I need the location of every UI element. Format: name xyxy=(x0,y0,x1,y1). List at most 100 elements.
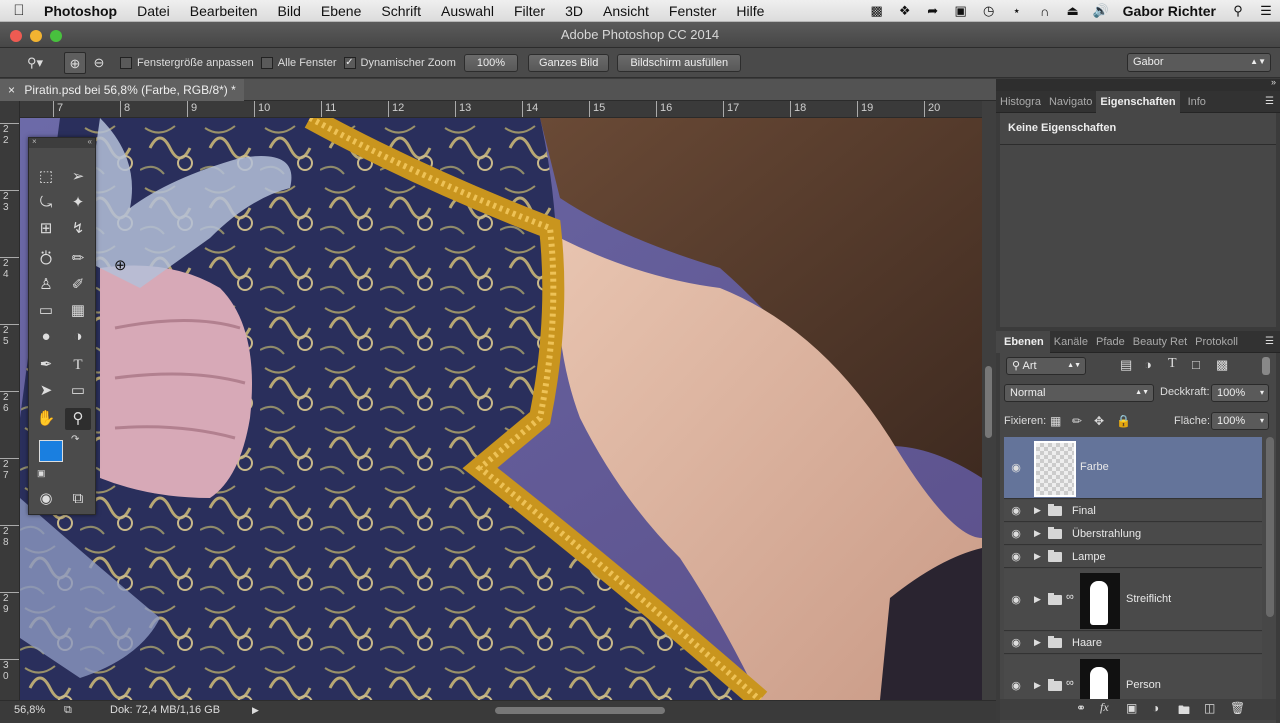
eraser-tool-icon[interactable]: ▭ xyxy=(33,300,59,322)
eject-icon[interactable]: ⏏ xyxy=(1059,3,1087,19)
eyedropper-tool-icon[interactable]: ↯ xyxy=(65,218,91,240)
foreground-color-swatch[interactable] xyxy=(39,440,63,462)
screen-mode-icon[interactable]: ⧉ xyxy=(65,488,91,510)
dynamic-zoom-checkbox[interactable]: ✓ xyxy=(343,56,356,69)
move-tool-icon[interactable]: ➢ xyxy=(65,166,91,188)
layer-row-streiflicht[interactable]: ◉ ▶ ∞ Streiflicht xyxy=(1004,569,1262,631)
mask-link-icon[interactable]: ∞ xyxy=(1066,591,1074,603)
layer-row-person[interactable]: ◉ ▶ ∞ Person xyxy=(1004,655,1262,703)
menu-ebene[interactable]: Ebene xyxy=(311,3,371,19)
layer-mask-thumbnail[interactable] xyxy=(1080,659,1120,703)
layer-style-icon[interactable]: fx xyxy=(1100,700,1109,715)
path-selection-tool-icon[interactable]: ➤ xyxy=(33,380,59,402)
expand-group-icon[interactable]: ▶ xyxy=(1034,680,1041,691)
visibility-eye-icon[interactable]: ◉ xyxy=(1009,679,1023,692)
minimize-window-button[interactable] xyxy=(30,30,42,42)
export-icon[interactable]: ⧉ xyxy=(64,701,72,719)
filter-type-icon[interactable]: T xyxy=(1168,356,1177,372)
adjustment-layer-icon[interactable]: ◑ xyxy=(1152,701,1159,715)
default-colors-icon[interactable]: ▣ xyxy=(37,468,46,479)
expand-group-icon[interactable]: ▶ xyxy=(1034,551,1041,562)
history-brush-tool-icon[interactable]: ✐ xyxy=(65,274,91,296)
expand-group-icon[interactable]: ▶ xyxy=(1034,637,1041,648)
menu-hilfe[interactable]: Hilfe xyxy=(726,3,774,19)
menu-schrift[interactable]: Schrift xyxy=(371,3,431,19)
close-panel-icon[interactable]: × xyxy=(32,137,37,146)
quick-selection-tool-icon[interactable]: ✦ xyxy=(65,192,91,214)
blur-tool-icon[interactable]: ● xyxy=(33,326,59,348)
quick-mask-icon[interactable]: ◉ xyxy=(33,488,59,510)
layers-panel-menu-icon[interactable]: ☰ xyxy=(1265,336,1274,347)
new-layer-icon[interactable]: ◫ xyxy=(1204,701,1215,715)
lock-pixels-icon[interactable]: ✏ xyxy=(1072,414,1082,428)
tab-info[interactable]: Info xyxy=(1180,91,1210,113)
document-canvas[interactable]: ⊕ xyxy=(20,118,982,700)
fill-field[interactable]: 100% ▾ xyxy=(1211,412,1269,430)
menu-3d[interactable]: 3D xyxy=(555,3,593,19)
zoom-tool-preset-icon[interactable]: ⚲▾ xyxy=(20,52,50,74)
fit-screen-button[interactable]: Ganzes Bild xyxy=(528,53,610,72)
collapse-panel-icon[interactable]: « xyxy=(88,137,92,146)
new-group-icon[interactable]: 🖿 xyxy=(1178,701,1190,722)
vertical-scroll-thumb[interactable] xyxy=(985,366,992,438)
layer-row-ueberstrahlung[interactable]: ◉ ▶ Überstrahlung xyxy=(1004,523,1262,545)
rectangle-tool-icon[interactable]: ▭ xyxy=(65,380,91,402)
zoom-out-icon[interactable]: ⊖ xyxy=(88,52,110,74)
delete-layer-icon[interactable]: 🗑 xyxy=(1230,701,1245,715)
visibility-eye-icon[interactable]: ◉ xyxy=(1009,593,1023,606)
layer-row-lampe[interactable]: ◉ ▶ Lampe xyxy=(1004,546,1262,568)
add-mask-icon[interactable]: ▣ xyxy=(1126,701,1137,715)
layer-mask-thumbnail[interactable] xyxy=(1080,573,1120,629)
visibility-eye-icon[interactable]: ◉ xyxy=(1009,504,1023,517)
zoom-100-button[interactable]: 100% xyxy=(463,53,518,72)
brush-tool-icon[interactable]: ✏ xyxy=(65,248,91,270)
gradient-tool-icon[interactable]: ▦ xyxy=(65,300,91,322)
tab-history[interactable]: Protokoll xyxy=(1191,331,1242,353)
filter-adjustment-icon[interactable]: ◑ xyxy=(1144,357,1152,372)
layer-row-final[interactable]: ◉ ▶ Final xyxy=(1004,500,1262,522)
tab-properties[interactable]: Eigenschaften xyxy=(1096,90,1180,113)
volume-icon[interactable]: 🔊 xyxy=(1087,3,1115,19)
clone-stamp-tool-icon[interactable]: ♙ xyxy=(33,274,59,296)
tab-beauty-retouch[interactable]: Beauty Ret xyxy=(1129,331,1191,353)
crop-tool-icon[interactable]: ⊞ xyxy=(33,218,59,240)
all-windows-checkbox[interactable] xyxy=(260,56,273,69)
dropbox-icon[interactable]: ❖ xyxy=(891,3,919,19)
expand-group-icon[interactable]: ▶ xyxy=(1034,594,1041,605)
time-machine-icon[interactable]: ◷ xyxy=(975,3,1003,19)
tab-layers[interactable]: Ebenen xyxy=(996,330,1050,353)
panel-menu-icon[interactable]: ☰ xyxy=(1265,96,1274,107)
tab-channels[interactable]: Kanäle xyxy=(1050,331,1092,353)
layer-name[interactable]: Final xyxy=(1072,505,1096,517)
menu-fenster[interactable]: Fenster xyxy=(659,3,726,19)
collapse-dock-icon[interactable]: » xyxy=(1271,77,1276,87)
menu-bearbeiten[interactable]: Bearbeiten xyxy=(180,3,268,19)
workspace-select[interactable]: Gabor ▲▼ xyxy=(1127,53,1271,72)
menu-bild[interactable]: Bild xyxy=(268,3,311,19)
visibility-eye-icon[interactable]: ◉ xyxy=(1009,461,1023,474)
hand-tool-icon[interactable]: ✋ xyxy=(33,408,59,430)
zoom-window-button[interactable] xyxy=(50,30,62,42)
layer-name[interactable]: Haare xyxy=(1072,637,1102,649)
zoom-in-icon[interactable]: ⊕ xyxy=(64,51,86,74)
fill-screen-button[interactable]: Bildschirm ausfüllen xyxy=(617,53,742,72)
layer-name[interactable]: Farbe xyxy=(1080,461,1109,473)
share-icon[interactable]: ➦ xyxy=(919,3,947,19)
vertical-scrollbar[interactable] xyxy=(982,101,996,700)
menu-filter[interactable]: Filter xyxy=(504,3,555,19)
wifi-icon[interactable]: ∩ xyxy=(1031,4,1059,19)
filter-pixel-icon[interactable]: ▤ xyxy=(1120,357,1132,373)
visibility-eye-icon[interactable]: ◉ xyxy=(1009,636,1023,649)
menu-ansicht[interactable]: Ansicht xyxy=(593,3,659,19)
horizontal-scroll-thumb[interactable] xyxy=(495,707,665,714)
dodge-tool-icon[interactable]: ◑ xyxy=(65,326,91,348)
layer-filter-select[interactable]: ⚲ Art ▲▼ xyxy=(1006,357,1086,375)
expand-group-icon[interactable]: ▶ xyxy=(1034,505,1041,516)
status-menu-arrow-icon[interactable]: ▶ xyxy=(252,701,259,719)
healing-brush-tool-icon[interactable]: ⛣ xyxy=(33,248,59,270)
tools-panel-header[interactable]: × « xyxy=(29,137,95,148)
video-icon[interactable]: ▩ xyxy=(863,3,891,19)
layer-name[interactable]: Überstrahlung xyxy=(1072,528,1141,540)
blend-mode-select[interactable]: Normal ▲▼ xyxy=(1004,384,1154,402)
fit-window-checkbox[interactable] xyxy=(120,56,132,69)
